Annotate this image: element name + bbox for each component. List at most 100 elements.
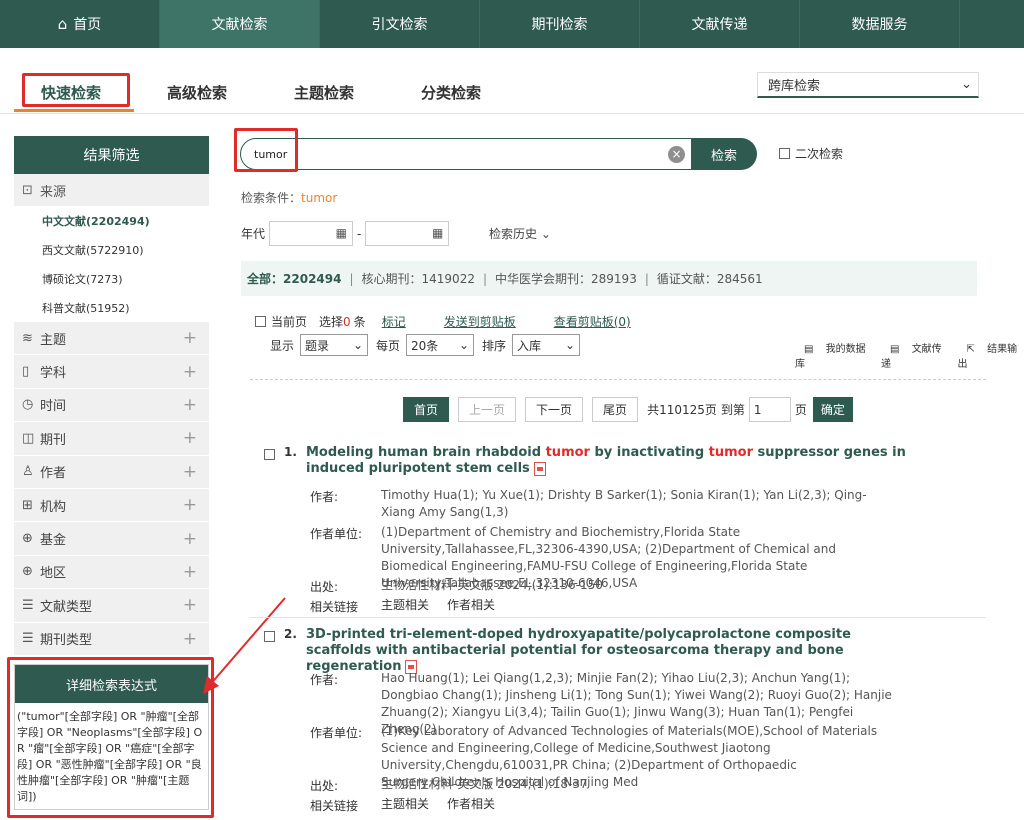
author-related-link[interactable]: 作者相关 bbox=[447, 797, 495, 811]
book-icon: ▯ bbox=[22, 364, 30, 380]
layers-icon: ≋ bbox=[22, 330, 33, 346]
top-nav: ⌂ 首页 文献检索 引文检索 期刊检索 文献传递 数据服务 bbox=[0, 0, 1024, 48]
database-icon: ▤ bbox=[804, 344, 814, 355]
search-input[interactable]: tumor × bbox=[240, 138, 692, 170]
subject-related-link[interactable]: 主题相关 bbox=[381, 598, 429, 612]
source-thesis[interactable]: 博硕论文(7273) bbox=[14, 264, 209, 293]
open-book-icon: ◫ bbox=[22, 430, 35, 446]
sidebar-item-subject[interactable]: ≋ 主题 + bbox=[14, 322, 209, 356]
building-icon: ⊞ bbox=[22, 497, 33, 513]
highlight-box-expression bbox=[7, 657, 214, 818]
per-page-select[interactable]: 20条 ⌄ bbox=[406, 334, 475, 356]
prev-page-button[interactable]: 上一页 bbox=[458, 397, 517, 422]
source-icon: ⊡ bbox=[22, 182, 33, 198]
result-stats: 全部： 2202494 | 核心期刊：1419022 | 中华医学会期刊：2891… bbox=[241, 261, 977, 296]
display-options: 显示 题录 ⌄ 每页 20条 ⌄ 排序 入库 ⌄ bbox=[270, 334, 588, 356]
year-range: 年代 ▦ - ▦ bbox=[241, 221, 450, 246]
database-select[interactable]: 跨库检索 ⌄ bbox=[757, 72, 979, 98]
result-filter-sidebar: 结果筛选 ⊡ 来源 中文文献(2202494) 西文文献(5722910) 博硕… bbox=[14, 136, 209, 656]
page-number-input[interactable]: 1 bbox=[748, 397, 791, 422]
search-history[interactable]: 检索历史 ⌄ bbox=[489, 225, 551, 242]
sidebar-item-region[interactable]: ⊕ 地区 + bbox=[14, 555, 209, 590]
sidebar-item-discipline[interactable]: ▯ 学科 + bbox=[14, 355, 209, 389]
nav-citation-search[interactable]: 引文检索 bbox=[320, 0, 480, 48]
result-title[interactable]: Modeling human brain rhabdoid tumor by i… bbox=[306, 445, 906, 477]
calendar-icon[interactable]: ▦ bbox=[336, 226, 347, 240]
year-to-input[interactable]: ▦ bbox=[365, 221, 450, 246]
sidebar-item-journal[interactable]: ◫ 期刊 + bbox=[14, 422, 209, 456]
result-title[interactable]: 3D-printed tri-element-doped hydroxyapat… bbox=[306, 627, 906, 675]
expand-plus-icon[interactable]: + bbox=[183, 495, 197, 515]
next-page-button[interactable]: 下一页 bbox=[525, 397, 584, 422]
result-divider bbox=[250, 617, 986, 618]
result-source: 生物活性材料-英文版 2024;(1):18-37 bbox=[381, 777, 588, 791]
pdf-icon[interactable] bbox=[533, 461, 546, 476]
result-authors: Timothy Hua(1); Yu Xue(1); Drishty B Sar… bbox=[381, 488, 867, 519]
export-icon: ⇱ bbox=[966, 344, 975, 355]
sidebar-item-doc-type[interactable]: ☰ 文献类型 + bbox=[14, 589, 209, 623]
home-icon: ⌂ bbox=[57, 15, 68, 33]
mark-link[interactable]: 标记 bbox=[382, 313, 406, 330]
page-go-button[interactable]: 确定 bbox=[812, 397, 853, 422]
result-actions: ▤ 我的数据库 ▤ 文献传递 ⇱ 结果输出 bbox=[786, 340, 1024, 370]
doc-delivery-link[interactable]: ▤ 文献传递 bbox=[881, 340, 948, 370]
stat-evidence[interactable]: 循证文献：284561 bbox=[657, 270, 763, 287]
last-page-button[interactable]: 尾页 bbox=[592, 397, 639, 422]
stat-core[interactable]: 核心期刊：1419022 bbox=[362, 270, 475, 287]
expand-plus-icon[interactable]: + bbox=[183, 529, 197, 549]
send-clipboard-link[interactable]: 发送到剪贴板 bbox=[444, 313, 516, 330]
sidebar-item-journal-type[interactable]: ☰ 期刊类型 + bbox=[14, 622, 209, 656]
source-western[interactable]: 西文文献(5722910) bbox=[14, 235, 209, 264]
expand-plus-icon[interactable]: + bbox=[183, 462, 197, 482]
expand-plus-icon[interactable]: + bbox=[183, 362, 197, 382]
total-pages: 共110125页 bbox=[647, 403, 717, 417]
expand-plus-icon[interactable]: + bbox=[183, 328, 197, 348]
chevron-down-icon: ⌄ bbox=[458, 338, 470, 352]
tab-category-search[interactable]: 分类检索 bbox=[421, 78, 481, 106]
selection-toolbar: 当前页 选择 0 条 标记 发送到剪贴板 查看剪贴板(0) bbox=[255, 313, 631, 330]
expand-plus-icon[interactable]: + bbox=[183, 395, 197, 415]
view-clipboard-link[interactable]: 查看剪贴板(0) bbox=[554, 313, 631, 330]
expand-plus-icon[interactable]: + bbox=[183, 562, 197, 582]
my-database-link[interactable]: ▤ 我的数据库 bbox=[795, 340, 872, 370]
sidebar-item-institution[interactable]: ⊞ 机构 + bbox=[14, 488, 209, 523]
select-page-checkbox[interactable] bbox=[255, 316, 266, 327]
nav-journal-search[interactable]: 期刊检索 bbox=[480, 0, 640, 48]
list-icon: ☰ bbox=[22, 597, 34, 613]
stat-cma[interactable]: 中华医学会期刊：289193 bbox=[495, 270, 637, 287]
search-button[interactable]: 检索 bbox=[691, 138, 757, 170]
nav-doc-delivery[interactable]: 文献传递 bbox=[640, 0, 800, 48]
tab-advanced-search[interactable]: 高级检索 bbox=[167, 78, 227, 106]
clock-icon: ◷ bbox=[22, 397, 34, 413]
region-icon: ⊕ bbox=[22, 564, 33, 580]
source-chinese[interactable]: 中文文献(2202494) bbox=[14, 206, 209, 235]
nav-literature-search[interactable]: 文献检索 bbox=[160, 0, 320, 48]
secondary-search[interactable]: 二次检索 bbox=[779, 145, 843, 162]
nav-data-service[interactable]: 数据服务 bbox=[800, 0, 960, 48]
document-icon: ▤ bbox=[890, 344, 900, 355]
subject-related-link[interactable]: 主题相关 bbox=[381, 797, 429, 811]
tabs-divider bbox=[0, 113, 1024, 114]
nav-home[interactable]: ⌂ 首页 bbox=[0, 0, 160, 48]
expand-plus-icon[interactable]: + bbox=[183, 428, 197, 448]
stat-all[interactable]: 2202494 bbox=[283, 272, 341, 286]
result-checkbox[interactable] bbox=[264, 631, 275, 642]
display-select[interactable]: 题录 ⌄ bbox=[300, 334, 369, 356]
secondary-search-checkbox[interactable] bbox=[779, 148, 790, 159]
sort-select[interactable]: 入库 ⌄ bbox=[512, 334, 581, 356]
export-link[interactable]: ⇱ 结果输出 bbox=[958, 340, 1024, 370]
sidebar-item-time[interactable]: ◷ 时间 + bbox=[14, 388, 209, 423]
year-from-input[interactable]: ▦ bbox=[269, 221, 354, 246]
globe-icon: ⊕ bbox=[22, 531, 33, 547]
pagination: 首页 上一页 下一页 尾页 共110125页 到第 1 页 确定 bbox=[403, 397, 853, 422]
clear-icon[interactable]: × bbox=[668, 146, 685, 163]
tab-subject-search[interactable]: 主题检索 bbox=[294, 78, 354, 106]
first-page-button[interactable]: 首页 bbox=[403, 397, 450, 422]
sidebar-item-fund[interactable]: ⊕ 基金 + bbox=[14, 522, 209, 556]
author-related-link[interactable]: 作者相关 bbox=[447, 598, 495, 612]
calendar-icon[interactable]: ▦ bbox=[432, 226, 443, 240]
source-popular[interactable]: 科普文献(51952) bbox=[14, 293, 209, 322]
sidebar-source[interactable]: ⊡ 来源 bbox=[14, 174, 209, 206]
sidebar-item-author[interactable]: ♙ 作者 + bbox=[14, 455, 209, 489]
result-checkbox[interactable] bbox=[264, 449, 275, 460]
